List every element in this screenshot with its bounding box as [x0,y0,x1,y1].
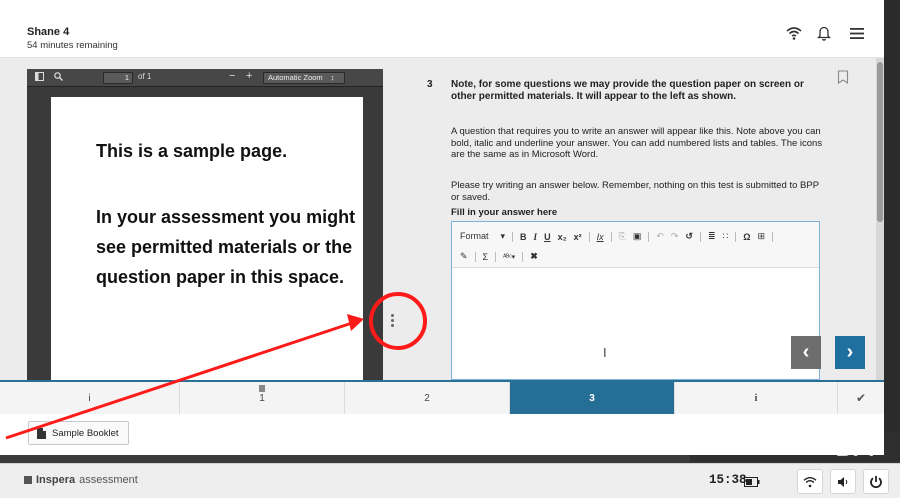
annotation-circle [369,292,427,350]
annotation-arrow [5,314,364,440]
